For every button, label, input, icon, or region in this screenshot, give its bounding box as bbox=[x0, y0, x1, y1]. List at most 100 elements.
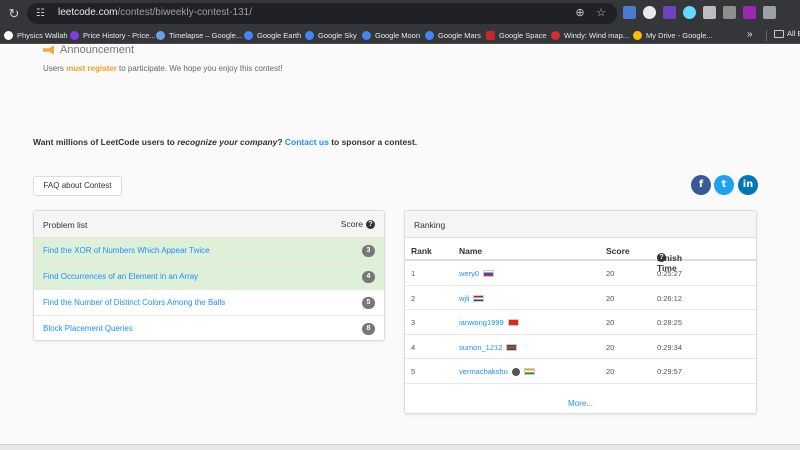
name-column-header: Name bbox=[459, 246, 483, 256]
problem-list-panel: Problem list Score? Find the XOR of Numb… bbox=[33, 210, 385, 341]
ranking-title: Ranking bbox=[414, 220, 446, 230]
bookmark-favicon bbox=[244, 31, 253, 40]
user-name-link[interactable]: wjli bbox=[459, 294, 485, 303]
ranking-row: 5 vermachakshu 20 0:29:57 bbox=[405, 359, 756, 384]
bookmark-favicon bbox=[156, 31, 165, 40]
bookmark-favicon bbox=[425, 31, 434, 40]
score-cell: 20 bbox=[606, 293, 615, 303]
star-icon[interactable]: ☆ bbox=[595, 6, 607, 20]
linkedin-share-icon[interactable]: in bbox=[738, 175, 758, 195]
problem-list-title: Problem list bbox=[43, 220, 88, 230]
rank-column-header: Rank bbox=[411, 246, 432, 256]
problem-link[interactable]: Find Occurrences of an Element in an Arr… bbox=[43, 272, 198, 281]
site-info-icon[interactable]: ☷ bbox=[34, 7, 47, 20]
problem-row: Find the XOR of Numbers Which Appear Twi… bbox=[34, 238, 384, 264]
user-name-link[interactable]: vermachakshu bbox=[459, 367, 535, 376]
bookmark-google-earth[interactable]: Google Earth bbox=[244, 29, 301, 42]
problem-score-badge: 3 bbox=[362, 245, 375, 257]
address-bar[interactable]: ☷ leetcode.com/contest/biweekly-contest-… bbox=[27, 3, 617, 24]
user-name-link[interactable]: wery0 bbox=[459, 269, 495, 278]
contact-us-link[interactable]: Contact us bbox=[285, 137, 329, 147]
zoom-icon[interactable]: ⊕ bbox=[574, 6, 586, 20]
bookmarks-overflow-icon[interactable]: » bbox=[747, 29, 753, 40]
rank-cell: 1 bbox=[411, 269, 416, 278]
ranking-row: 3 ianwong1999 20 0:28:25 bbox=[405, 310, 756, 335]
all-bookmarks[interactable]: All B bbox=[774, 29, 800, 38]
help-icon[interactable]: ? bbox=[366, 219, 375, 229]
bookmark-favicon bbox=[486, 31, 495, 40]
rank-cell: 2 bbox=[411, 293, 416, 303]
country-flag-icon bbox=[506, 343, 518, 351]
facebook-share-icon[interactable]: f bbox=[691, 175, 711, 195]
problem-score-badge: 4 bbox=[362, 271, 375, 283]
bookmarks-bar: Physics Wallah Price History - Price... … bbox=[0, 27, 800, 44]
score-cell: 20 bbox=[606, 318, 615, 327]
finish-time-cell: 0:25:27 bbox=[657, 269, 683, 278]
bookmark-my-drive[interactable]: My Drive - Google... bbox=[633, 29, 713, 42]
problem-row: Find the Number of Distinct Colors Among… bbox=[34, 290, 384, 316]
problem-score-badge: 8 bbox=[362, 323, 375, 335]
problem-score-badge: 5 bbox=[362, 297, 375, 309]
chrome-extension-icon[interactable] bbox=[643, 6, 656, 19]
bookmark-google-space[interactable]: Google Space bbox=[486, 29, 547, 42]
bookmark-google-sky[interactable]: Google Sky bbox=[305, 29, 357, 42]
bookmark-favicon bbox=[70, 31, 79, 40]
browser-toolbar: ↻ ☷ leetcode.com/contest/biweekly-contes… bbox=[0, 0, 800, 27]
reload-icon[interactable]: ↻ bbox=[6, 6, 22, 22]
problem-link[interactable]: Find the Number of Distinct Colors Among… bbox=[43, 298, 225, 307]
rank-cell: 5 bbox=[411, 367, 416, 376]
score-header: Score? bbox=[341, 219, 375, 229]
megaphone-icon bbox=[43, 45, 54, 55]
ranking-row: 1 wery0 20 0:25:27 bbox=[405, 261, 756, 286]
extension-badge-icon[interactable] bbox=[663, 6, 676, 19]
finish-time-cell: 0:29:34 bbox=[657, 342, 683, 352]
ranking-row: 2 wjli 20 0:26:12 bbox=[405, 286, 756, 310]
problem-link[interactable]: Find the XOR of Numbers Which Appear Twi… bbox=[43, 246, 210, 255]
register-link[interactable]: must register bbox=[66, 64, 117, 73]
bookmark-favicon bbox=[551, 31, 560, 40]
react-devtools-icon[interactable] bbox=[683, 6, 696, 19]
bookmark-favicon bbox=[4, 31, 13, 40]
ranking-header: Ranking bbox=[405, 211, 756, 238]
extension-icon-3[interactable] bbox=[743, 6, 756, 19]
country-flag-icon bbox=[483, 270, 495, 277]
user-name-link[interactable]: ianwong1999 bbox=[459, 318, 519, 327]
rank-cell: 3 bbox=[411, 318, 416, 327]
bookmark-physics-wallah[interactable]: Physics Wallah bbox=[4, 29, 68, 42]
extension-icon[interactable] bbox=[703, 6, 716, 19]
bookmark-google-moon[interactable]: Google Moon bbox=[362, 29, 420, 42]
bookmark-windy[interactable]: Windy: Wind map... bbox=[551, 29, 629, 42]
translate-extension-icon[interactable] bbox=[623, 6, 636, 19]
finish-time-cell: 0:28:25 bbox=[657, 318, 683, 327]
bookmark-google-mars[interactable]: Google Mars bbox=[425, 29, 481, 42]
folder-icon bbox=[774, 29, 784, 38]
bookmarks-divider bbox=[766, 30, 767, 41]
bookmark-price-history[interactable]: Price History - Price... bbox=[70, 29, 156, 42]
problem-link[interactable]: Block Placement Queries bbox=[43, 324, 133, 333]
finish-time-cell: 0:26:12 bbox=[657, 293, 683, 303]
url-text[interactable]: leetcode.com/contest/biweekly-contest-13… bbox=[58, 7, 252, 18]
bookmark-favicon bbox=[362, 31, 371, 40]
bookmark-favicon bbox=[633, 31, 642, 40]
more-link[interactable]: More... bbox=[405, 399, 756, 408]
country-flag-icon bbox=[523, 368, 535, 375]
country-flag-icon bbox=[473, 294, 485, 302]
user-avatar bbox=[511, 367, 520, 376]
score-cell: 20 bbox=[606, 367, 615, 376]
faq-button[interactable]: FAQ about Contest bbox=[33, 176, 122, 196]
sponsor-text: Want millions of LeetCode users to recog… bbox=[33, 137, 418, 147]
extension-icon-2[interactable] bbox=[723, 6, 736, 19]
announcement-heading: Announcement bbox=[43, 44, 134, 56]
bookmark-timelapse[interactable]: Timelapse – Google... bbox=[156, 29, 242, 42]
user-name-link[interactable]: sumon_1212 bbox=[459, 343, 518, 352]
twitter-share-icon[interactable]: t bbox=[714, 175, 734, 195]
problem-row: Block Placement Queries 8 bbox=[34, 316, 384, 342]
problem-row: Find Occurrences of an Element in an Arr… bbox=[34, 264, 384, 290]
score-column-header: Score bbox=[606, 246, 630, 256]
bookmark-favicon bbox=[305, 31, 314, 40]
problem-list-header: Problem list Score? bbox=[34, 211, 384, 238]
rank-cell: 4 bbox=[411, 342, 416, 352]
ranking-panel: Ranking Rank Name Score Finish Time? 1 we… bbox=[404, 210, 757, 414]
ranking-row: 4 sumon_1212 20 0:29:34 bbox=[405, 335, 756, 359]
puzzle-icon[interactable] bbox=[763, 6, 776, 19]
